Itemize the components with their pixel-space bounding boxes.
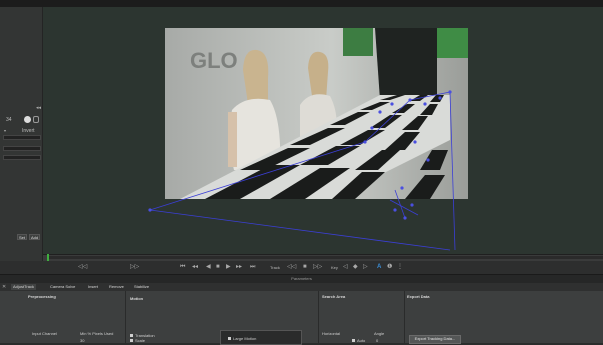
motion-title: Motion xyxy=(130,296,144,301)
tab-remove[interactable]: Remove xyxy=(107,284,126,290)
angle-label: Angle xyxy=(374,331,385,336)
export-data-title: Export Data xyxy=(407,294,430,299)
parameters-header: Parameters xyxy=(0,275,603,283)
key-prev-icon[interactable]: ◁ xyxy=(343,264,348,271)
section-divider-2 xyxy=(318,291,319,343)
key-label: Key xyxy=(331,265,338,270)
tab-adjusttrack[interactable]: AdjustTrack xyxy=(11,284,36,290)
min-pixels-value[interactable]: 30 xyxy=(80,338,84,343)
playhead[interactable] xyxy=(47,254,49,261)
auto-value[interactable]: 0 xyxy=(376,338,378,343)
play-icon[interactable]: ▶ xyxy=(226,264,231,271)
search-area-title: Search Area xyxy=(322,294,346,299)
close-icon[interactable]: ✕ xyxy=(2,284,6,290)
track-label: Track xyxy=(270,265,280,270)
auto-checkbox[interactable]: Auto xyxy=(352,338,365,343)
wall-logo: GLO xyxy=(190,48,238,73)
go-end-icon[interactable]: ⏭ xyxy=(250,264,255,271)
prev-frame-icon[interactable]: ◂◂ xyxy=(192,264,198,271)
min-pixels-label: Min % Pixels Used xyxy=(80,331,114,336)
green-screen-left xyxy=(343,28,373,56)
preprocessing-title: Preprocessing xyxy=(28,294,56,299)
key-next-icon[interactable]: ▷ xyxy=(363,264,368,271)
scale-checkbox[interactable]: Scale xyxy=(130,338,145,343)
step-back-icon[interactable]: ◁◁ xyxy=(78,264,87,271)
timeline-scrub-bar[interactable] xyxy=(48,256,603,259)
section-divider-1 xyxy=(125,291,126,343)
large-motion-checkbox[interactable]: Large Motion xyxy=(228,336,256,341)
key-add-icon[interactable]: ◆ xyxy=(353,264,358,271)
tab-insert[interactable]: Insert xyxy=(86,284,100,290)
step-forward-icon[interactable]: ▷▷ xyxy=(130,264,139,271)
stop-icon[interactable]: ■ xyxy=(216,264,220,271)
next-frame-icon[interactable]: ▸▸ xyxy=(236,264,242,271)
person-1-arm xyxy=(228,112,237,167)
track-forward-icon[interactable]: ▷▷ xyxy=(313,264,322,271)
transport-bar xyxy=(0,261,603,275)
go-start-icon[interactable]: ⏮ xyxy=(180,264,185,271)
horizontal-label: Horizontal xyxy=(322,331,341,336)
play-back-icon[interactable]: ◀ xyxy=(206,264,211,271)
track-backward-icon[interactable]: ◁◁ xyxy=(287,264,296,271)
auto-key-icon[interactable]: A xyxy=(377,264,381,271)
tab-stabilize[interactable]: Stabilize xyxy=(132,284,151,290)
track-stop-icon[interactable]: ■ xyxy=(303,264,307,271)
tab-camera-solve[interactable]: Camera Solve xyxy=(48,284,77,290)
options-icon[interactable]: ⋮ xyxy=(397,264,403,271)
section-divider-3 xyxy=(404,291,405,343)
input-channel-label: Input Channel xyxy=(32,331,57,336)
green-screen xyxy=(437,28,468,58)
info-icon[interactable]: ❶ xyxy=(387,264,392,271)
back-wall xyxy=(375,28,437,100)
